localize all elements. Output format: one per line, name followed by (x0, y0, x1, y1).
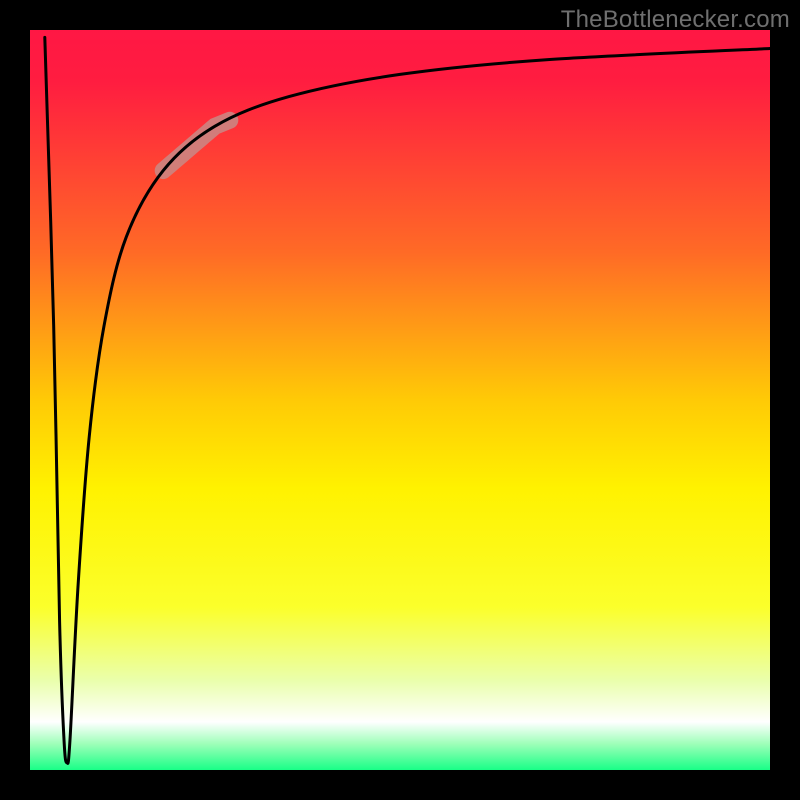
gradient-background (30, 30, 770, 770)
plot-area (30, 30, 770, 770)
chart-frame: TheBottlenecker.com (0, 0, 800, 800)
chart-svg (30, 30, 770, 770)
